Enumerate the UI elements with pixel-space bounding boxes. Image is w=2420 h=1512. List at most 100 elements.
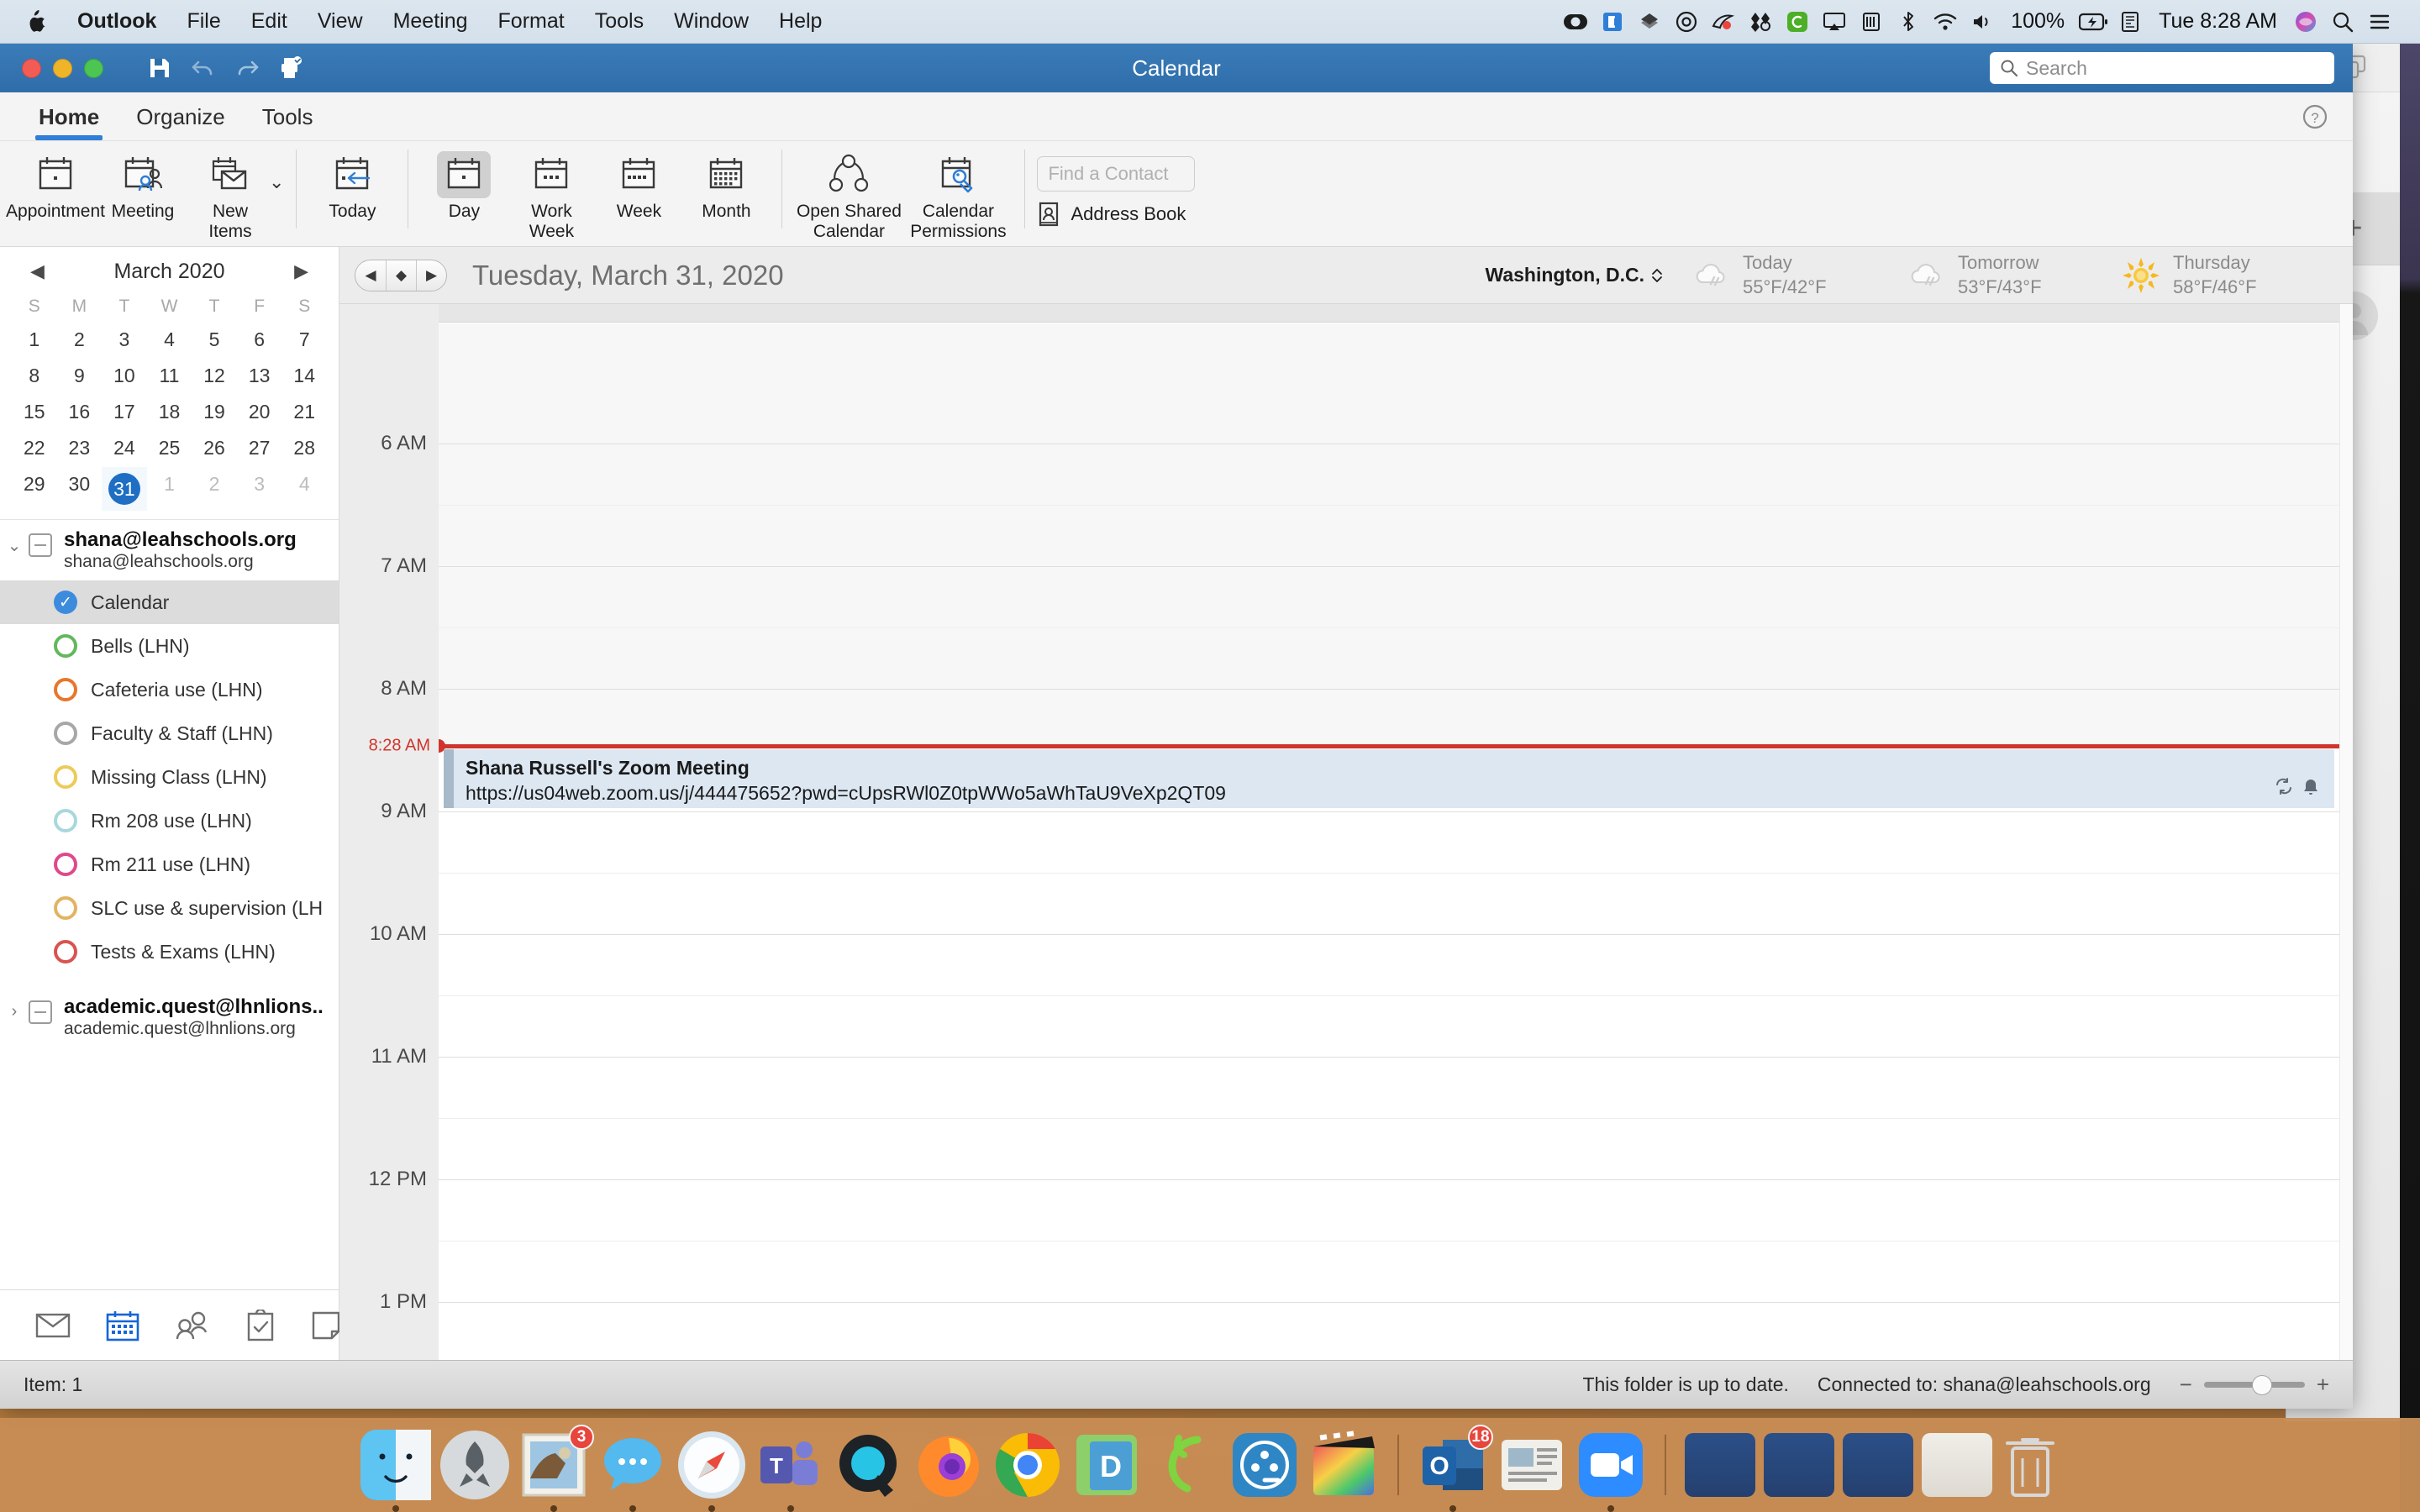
mc-day[interactable]: 28 [281, 431, 327, 465]
calendar-checkbox[interactable] [54, 765, 77, 789]
stack-folder[interactable] [1922, 1433, 1992, 1497]
control-center-icon[interactable] [2361, 0, 2398, 43]
prev-day-button[interactable]: ◀ [355, 260, 386, 291]
disclosure-triangle-icon[interactable]: ⌄ [0, 528, 29, 556]
dock-finder[interactable] [360, 1430, 431, 1512]
sidebar-item-bells[interactable]: Bells (LHN) [0, 624, 339, 668]
menu-help[interactable]: Help [764, 0, 837, 43]
dock-outlook[interactable]: O 18 [1418, 1425, 1493, 1512]
calendar-checkbox[interactable] [54, 678, 77, 701]
mc-day[interactable]: 23 [57, 431, 103, 465]
mc-day[interactable]: 4 [147, 323, 192, 357]
mc-day[interactable]: 25 [147, 431, 192, 465]
mc-day[interactable]: 24 [102, 431, 147, 465]
disclosure-triangle-icon[interactable]: › [0, 995, 29, 1021]
menubar-clock[interactable]: Tue 8:28 AM [2149, 0, 2287, 43]
chevron-down-icon[interactable]: ⌄ [269, 171, 284, 193]
tab-home[interactable]: Home [20, 104, 118, 140]
dock-final-cut-pro[interactable] [1308, 1430, 1379, 1500]
zoom-thumb[interactable] [2252, 1374, 2273, 1395]
time-machine-icon[interactable] [2112, 0, 2149, 43]
tab-tools[interactable]: Tools [244, 104, 332, 140]
downloads-folder[interactable] [1764, 1433, 1834, 1497]
mc-day[interactable]: 10 [102, 359, 147, 393]
zoom-out-button[interactable]: − [2180, 1372, 2192, 1398]
calendar-checkbox[interactable] [54, 853, 77, 876]
logitech-icon[interactable] [1705, 0, 1742, 43]
window-controls[interactable] [0, 58, 103, 78]
mc-day[interactable]: 18 [147, 395, 192, 429]
airplay-icon[interactable] [1816, 0, 1853, 43]
mc-day[interactable]: 3 [237, 467, 282, 511]
menu-outlook[interactable]: Outlook [62, 0, 171, 43]
calendar-grid-wrapper[interactable]: 6 AM 7 AM 8 AM 8:28 AM 9 AM 10 AM 11 AM … [339, 304, 2353, 1360]
date-navigation-stepper[interactable]: ◀ ◆ ▶ [355, 259, 447, 291]
sidebar-item-calendar[interactable]: ✓ Calendar [0, 580, 339, 624]
account-shana[interactable]: ⌄ shana@leahschools.org shana@leahschool… [0, 522, 339, 580]
week-view-button[interactable]: Week [595, 146, 682, 222]
minimize-button[interactable] [53, 58, 72, 78]
mc-day[interactable]: 27 [237, 431, 282, 465]
print-icon[interactable] [278, 55, 303, 81]
next-day-button[interactable]: ▶ [416, 260, 446, 291]
collapse-box-icon[interactable] [29, 1000, 52, 1024]
dock-firefox[interactable] [913, 1430, 984, 1500]
documents-folder[interactable] [1685, 1433, 1755, 1497]
all-day-row[interactable] [439, 304, 2353, 323]
mini-calendar-grid[interactable]: S M T W T F S 1 2 3 4 5 6 7 8 9 10 11 12… [12, 292, 327, 511]
dock-dreamweaver[interactable]: D [1071, 1430, 1142, 1500]
sidebar-item-faculty-staff[interactable]: Faculty & Staff (LHN) [0, 711, 339, 755]
tab-organize[interactable]: Organize [118, 104, 244, 140]
calendar-list[interactable]: ⌄ shana@leahschools.org shana@leahschool… [0, 520, 339, 1289]
mc-day[interactable]: 11 [147, 359, 192, 393]
dock-screenflow[interactable] [1229, 1430, 1300, 1500]
menu-tools[interactable]: Tools [580, 0, 659, 43]
calendar-checkbox[interactable] [54, 634, 77, 658]
month-view-button[interactable]: Month [682, 146, 770, 222]
find-contact-input[interactable]: Find a Contact [1037, 156, 1196, 192]
dock-launchpad[interactable] [439, 1430, 510, 1500]
city-selector[interactable]: Washington, D.C. [1485, 264, 1664, 286]
mc-day[interactable]: 5 [192, 323, 237, 357]
trash-icon[interactable] [2001, 1430, 2060, 1500]
calendar-checkbox-checked[interactable]: ✓ [54, 591, 77, 614]
mc-day[interactable]: 26 [192, 431, 237, 465]
mc-day[interactable]: 8 [12, 359, 57, 393]
mc-day[interactable]: 16 [57, 395, 103, 429]
calendar-event[interactable]: Shana Russell's Zoom Meeting https://us0… [444, 749, 2334, 808]
zoom-button[interactable] [84, 58, 103, 78]
bluetooth-icon[interactable] [1890, 0, 1927, 43]
redo-icon[interactable] [234, 55, 260, 81]
mc-day[interactable]: 4 [281, 467, 327, 511]
display-sharing-icon[interactable] [1594, 0, 1631, 43]
applications-folder[interactable] [1843, 1433, 1913, 1497]
dock-messages[interactable] [597, 1430, 668, 1512]
calendar-checkbox[interactable] [54, 722, 77, 745]
notes-icon[interactable] [311, 1307, 341, 1344]
dock-google-chrome[interactable] [992, 1430, 1063, 1500]
mc-day[interactable]: 21 [281, 395, 327, 429]
close-button[interactable] [22, 58, 41, 78]
spotlight-search-icon[interactable] [2324, 0, 2361, 43]
menu-window[interactable]: Window [659, 0, 764, 43]
mc-day-today[interactable]: 31 [102, 467, 147, 511]
mc-day[interactable]: 30 [57, 467, 103, 511]
sidebar-item-rm-211-use[interactable]: Rm 211 use (LHN) [0, 843, 339, 886]
sidebar-item-cafeteria-use[interactable]: Cafeteria use (LHN) [0, 668, 339, 711]
zoom-slider[interactable]: − + [2180, 1372, 2329, 1398]
vertical-scrollbar[interactable] [2339, 304, 2353, 1360]
mail-icon[interactable] [35, 1307, 71, 1344]
menu-file[interactable]: File [171, 0, 235, 43]
calendar-icon[interactable] [106, 1307, 139, 1344]
mc-day[interactable]: 1 [147, 467, 192, 511]
calendar-permissions-button[interactable]: Calendar Permissions [903, 146, 1013, 241]
sidebar-item-tests-exams[interactable]: Tests & Exams (LHN) [0, 930, 339, 974]
calendar-checkbox[interactable] [54, 809, 77, 832]
creative-cloud-icon[interactable] [1779, 0, 1816, 43]
day-grid[interactable]: Shana Russell's Zoom Meeting https://us0… [439, 304, 2353, 1360]
ribbon-tabs[interactable]: Home Organize Tools ? [0, 92, 2353, 141]
calendar-checkbox[interactable] [54, 896, 77, 920]
mc-day[interactable]: 19 [192, 395, 237, 429]
sidebar-item-rm-208-use[interactable]: Rm 208 use (LHN) [0, 799, 339, 843]
calendar-checkbox[interactable] [54, 940, 77, 963]
